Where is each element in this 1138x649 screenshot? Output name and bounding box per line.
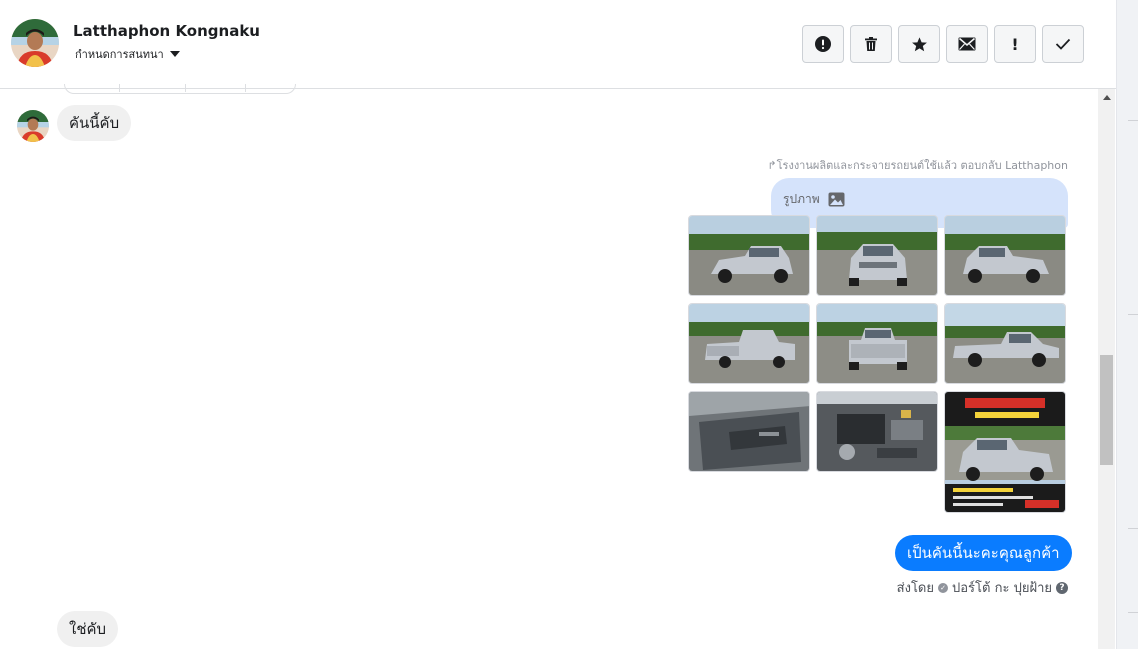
right-panel-edge (1116, 0, 1138, 649)
sent-by-name[interactable]: ปอร์โต้ กะ ปุยฝ้าย (952, 577, 1052, 598)
report-spam-button[interactable] (802, 25, 844, 63)
scroll-up-arrow-icon[interactable] (1103, 95, 1111, 100)
star-icon (911, 36, 927, 51)
alert-circle-icon (815, 36, 831, 52)
replied-message-label: รูปภาพ (783, 192, 820, 206)
rail-divider (1128, 612, 1138, 613)
mark-unread-button[interactable] (946, 25, 988, 63)
truck-front-right-photo[interactable] (944, 215, 1066, 296)
user-avatar[interactable] (11, 19, 59, 67)
truck-rear-left-photo[interactable] (688, 303, 810, 384)
reply-arrow-icon: ↱ (767, 159, 777, 172)
image-icon (828, 192, 845, 207)
rail-divider (1128, 528, 1138, 529)
caret-down-icon (169, 51, 180, 57)
verified-check-icon: ✓ (938, 582, 948, 593)
help-icon[interactable]: ? (1056, 581, 1068, 594)
rail-divider (1128, 314, 1138, 315)
previous-message-fragment (64, 84, 296, 94)
reply-context-note: ↱โรงงานผลิตและกระจายรถยนต์ใช้แล้ว ตอบกลั… (767, 159, 1068, 172)
assign-conversation-dropdown[interactable]: กำหนดการสนทนา (75, 45, 180, 63)
truck-rear-photo[interactable] (816, 303, 938, 384)
truck-door-interior-photo[interactable] (688, 391, 810, 472)
mark-done-button[interactable] (1042, 25, 1084, 63)
conversation-header: Latthaphon Kongnaku กำหนดการสนทนา ! (0, 0, 1116, 89)
incoming-message-bubble[interactable]: คันนี้คับ (57, 105, 132, 141)
sent-by-info: ส่งโดย ✓ ปอร์โต้ กะ ปุยฝ้าย ? (897, 577, 1068, 598)
exclamation-icon: ! (1011, 34, 1019, 54)
star-button[interactable] (898, 25, 940, 63)
user-name[interactable]: Latthaphon Kongnaku (73, 22, 260, 40)
incoming-message-bubble[interactable]: ใช่คับ (57, 611, 119, 647)
truck-front-left-photo[interactable] (688, 215, 810, 296)
sent-by-prefix: ส่งโดย (896, 581, 934, 596)
truck-front-photo[interactable] (816, 215, 938, 296)
rail-divider (1128, 120, 1138, 121)
truck-side-photo[interactable] (944, 303, 1066, 384)
truck-engine-photo[interactable] (816, 391, 938, 472)
flag-important-button[interactable]: ! (994, 25, 1036, 63)
truck-ad-poster-photo[interactable] (944, 391, 1066, 513)
scrollbar-thumb[interactable] (1100, 355, 1113, 465)
check-icon (1055, 38, 1071, 50)
assign-conversation-label: กำหนดการสนทนา (75, 48, 164, 61)
inbox-conversation-view: Latthaphon Kongnaku กำหนดการสนทนา ! คันน… (0, 0, 1138, 649)
delete-button[interactable] (850, 25, 892, 63)
outgoing-message-bubble[interactable]: เป็นคันนี้นะคะคุณลูกค้า (895, 535, 1072, 571)
envelope-icon (958, 37, 976, 51)
sender-avatar[interactable] (17, 110, 49, 142)
trash-icon (865, 37, 877, 51)
